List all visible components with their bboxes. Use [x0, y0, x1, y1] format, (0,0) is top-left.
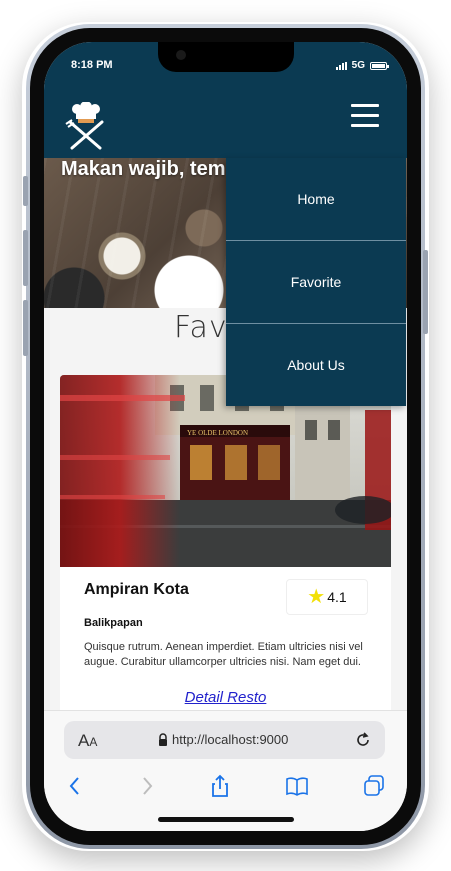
- camera-icon: [176, 50, 186, 60]
- side-button-power: [423, 250, 428, 334]
- text-size-button[interactable]: AA: [78, 731, 97, 751]
- rating-value: 4.1: [327, 589, 347, 605]
- forward-icon[interactable]: [134, 773, 160, 799]
- reload-icon[interactable]: [353, 730, 373, 750]
- hamburger-icon[interactable]: [351, 104, 379, 128]
- nav-item-favorite[interactable]: Favorite: [226, 241, 406, 324]
- bookmarks-icon[interactable]: [284, 773, 310, 799]
- chef-hat-utensils-icon[interactable]: [62, 102, 110, 150]
- phone-screen: 8:18 PM 5G Makan wajib, tem Favo YE OLDE…: [44, 42, 407, 831]
- rating-badge: ★ 4.1: [286, 579, 368, 615]
- hero-title: Makan wajib, tem: [61, 158, 226, 180]
- restaurant-name: Ampiran Kota: [84, 581, 189, 598]
- star-icon: ★: [307, 586, 326, 608]
- side-button-volume-up: [23, 230, 28, 286]
- notch: [158, 42, 294, 72]
- restaurant-card: YE OLDE LONDON Ampiran Kota ★ 4.1 Balikp…: [60, 375, 391, 735]
- side-button-mute: [23, 176, 28, 206]
- detail-resto-link[interactable]: Detail Resto: [60, 689, 391, 706]
- back-icon[interactable]: [62, 773, 88, 799]
- restaurant-description: Quisque rutrum. Aenean imperdiet. Etiam …: [84, 641, 363, 668]
- tabs-icon[interactable]: [361, 773, 387, 799]
- url-text[interactable]: http://localhost:9000: [172, 732, 288, 747]
- home-indicator: [158, 817, 294, 822]
- nav-drawer: Home Favorite About Us: [226, 158, 406, 406]
- share-icon[interactable]: [207, 773, 233, 799]
- signal-icon: [335, 61, 347, 70]
- status-time: 8:18 PM: [71, 59, 113, 71]
- nav-item-home[interactable]: Home: [226, 158, 406, 241]
- lock-icon: [159, 733, 167, 746]
- pub-sign: YE OLDE LONDON: [187, 429, 248, 437]
- app-header: [44, 92, 407, 158]
- browser-nav-bar: [44, 771, 407, 807]
- address-bar[interactable]: AA http://localhost:9000: [64, 721, 385, 759]
- status-indicators: 5G: [335, 60, 389, 71]
- browser-toolbar: AA http://localhost:9000: [44, 710, 407, 831]
- battery-icon: [370, 61, 389, 70]
- restaurant-city: Balikpapan: [84, 617, 143, 629]
- network-label: 5G: [351, 60, 365, 71]
- side-button-volume-down: [23, 300, 28, 356]
- nav-item-about-us[interactable]: About Us: [226, 324, 406, 406]
